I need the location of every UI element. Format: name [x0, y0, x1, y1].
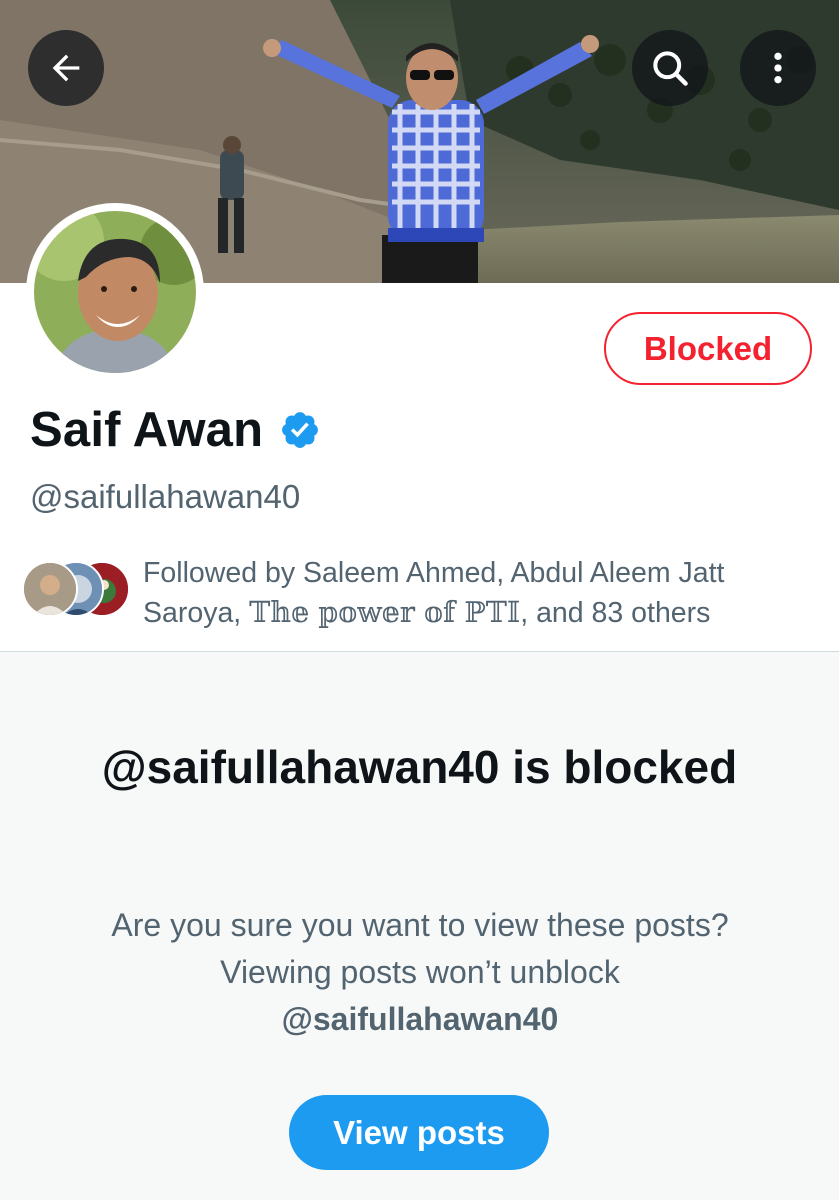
display-name: Saif Awan — [30, 403, 264, 457]
follower-avatars — [22, 561, 134, 619]
blocked-notice-title: @saifullahawan40 is blocked — [101, 741, 738, 793]
followed-by-prefix: Followed by — [143, 557, 303, 589]
back-button[interactable] — [28, 30, 104, 106]
blocked-notice-panel: @saifullahawan40 is blocked Are you sure… — [0, 652, 839, 1200]
followed-by-stylized-name: 𝕋𝕙𝕖 𝕡𝕠𝕨𝕖𝕣 𝕠𝕗 ℙ𝕋𝕀 — [249, 596, 521, 629]
blocked-notice-handle: @saifullahawan40 — [281, 1001, 559, 1037]
followed-by[interactable]: Followed by Saleem Ahmed, Abdul Aleem Ja… — [22, 553, 822, 633]
profile-avatar[interactable] — [26, 203, 204, 381]
more-options-button[interactable] — [740, 30, 816, 106]
blocked-notice-text: Are you sure you want to view these post… — [111, 907, 729, 990]
arrow-left-icon — [52, 54, 80, 82]
view-posts-button[interactable]: View posts — [289, 1095, 549, 1170]
blocked-button[interactable]: Blocked — [604, 312, 812, 385]
follower-avatar — [22, 561, 78, 617]
verified-badge-icon[interactable] — [279, 409, 321, 451]
avatar-image — [34, 211, 196, 373]
more-vertical-icon — [774, 52, 782, 84]
profile-handle: @saifullahawan40 — [30, 478, 301, 515]
profile-name-row: Saif Awan — [30, 402, 321, 458]
search-button[interactable] — [632, 30, 708, 106]
blocked-notice-description: Are you sure you want to view these post… — [100, 902, 740, 1043]
search-icon — [653, 51, 688, 86]
followed-by-text: Followed by Saleem Ahmed, Abdul Aleem Ja… — [143, 553, 823, 633]
followed-by-suffix: , and 83 others — [520, 597, 711, 629]
